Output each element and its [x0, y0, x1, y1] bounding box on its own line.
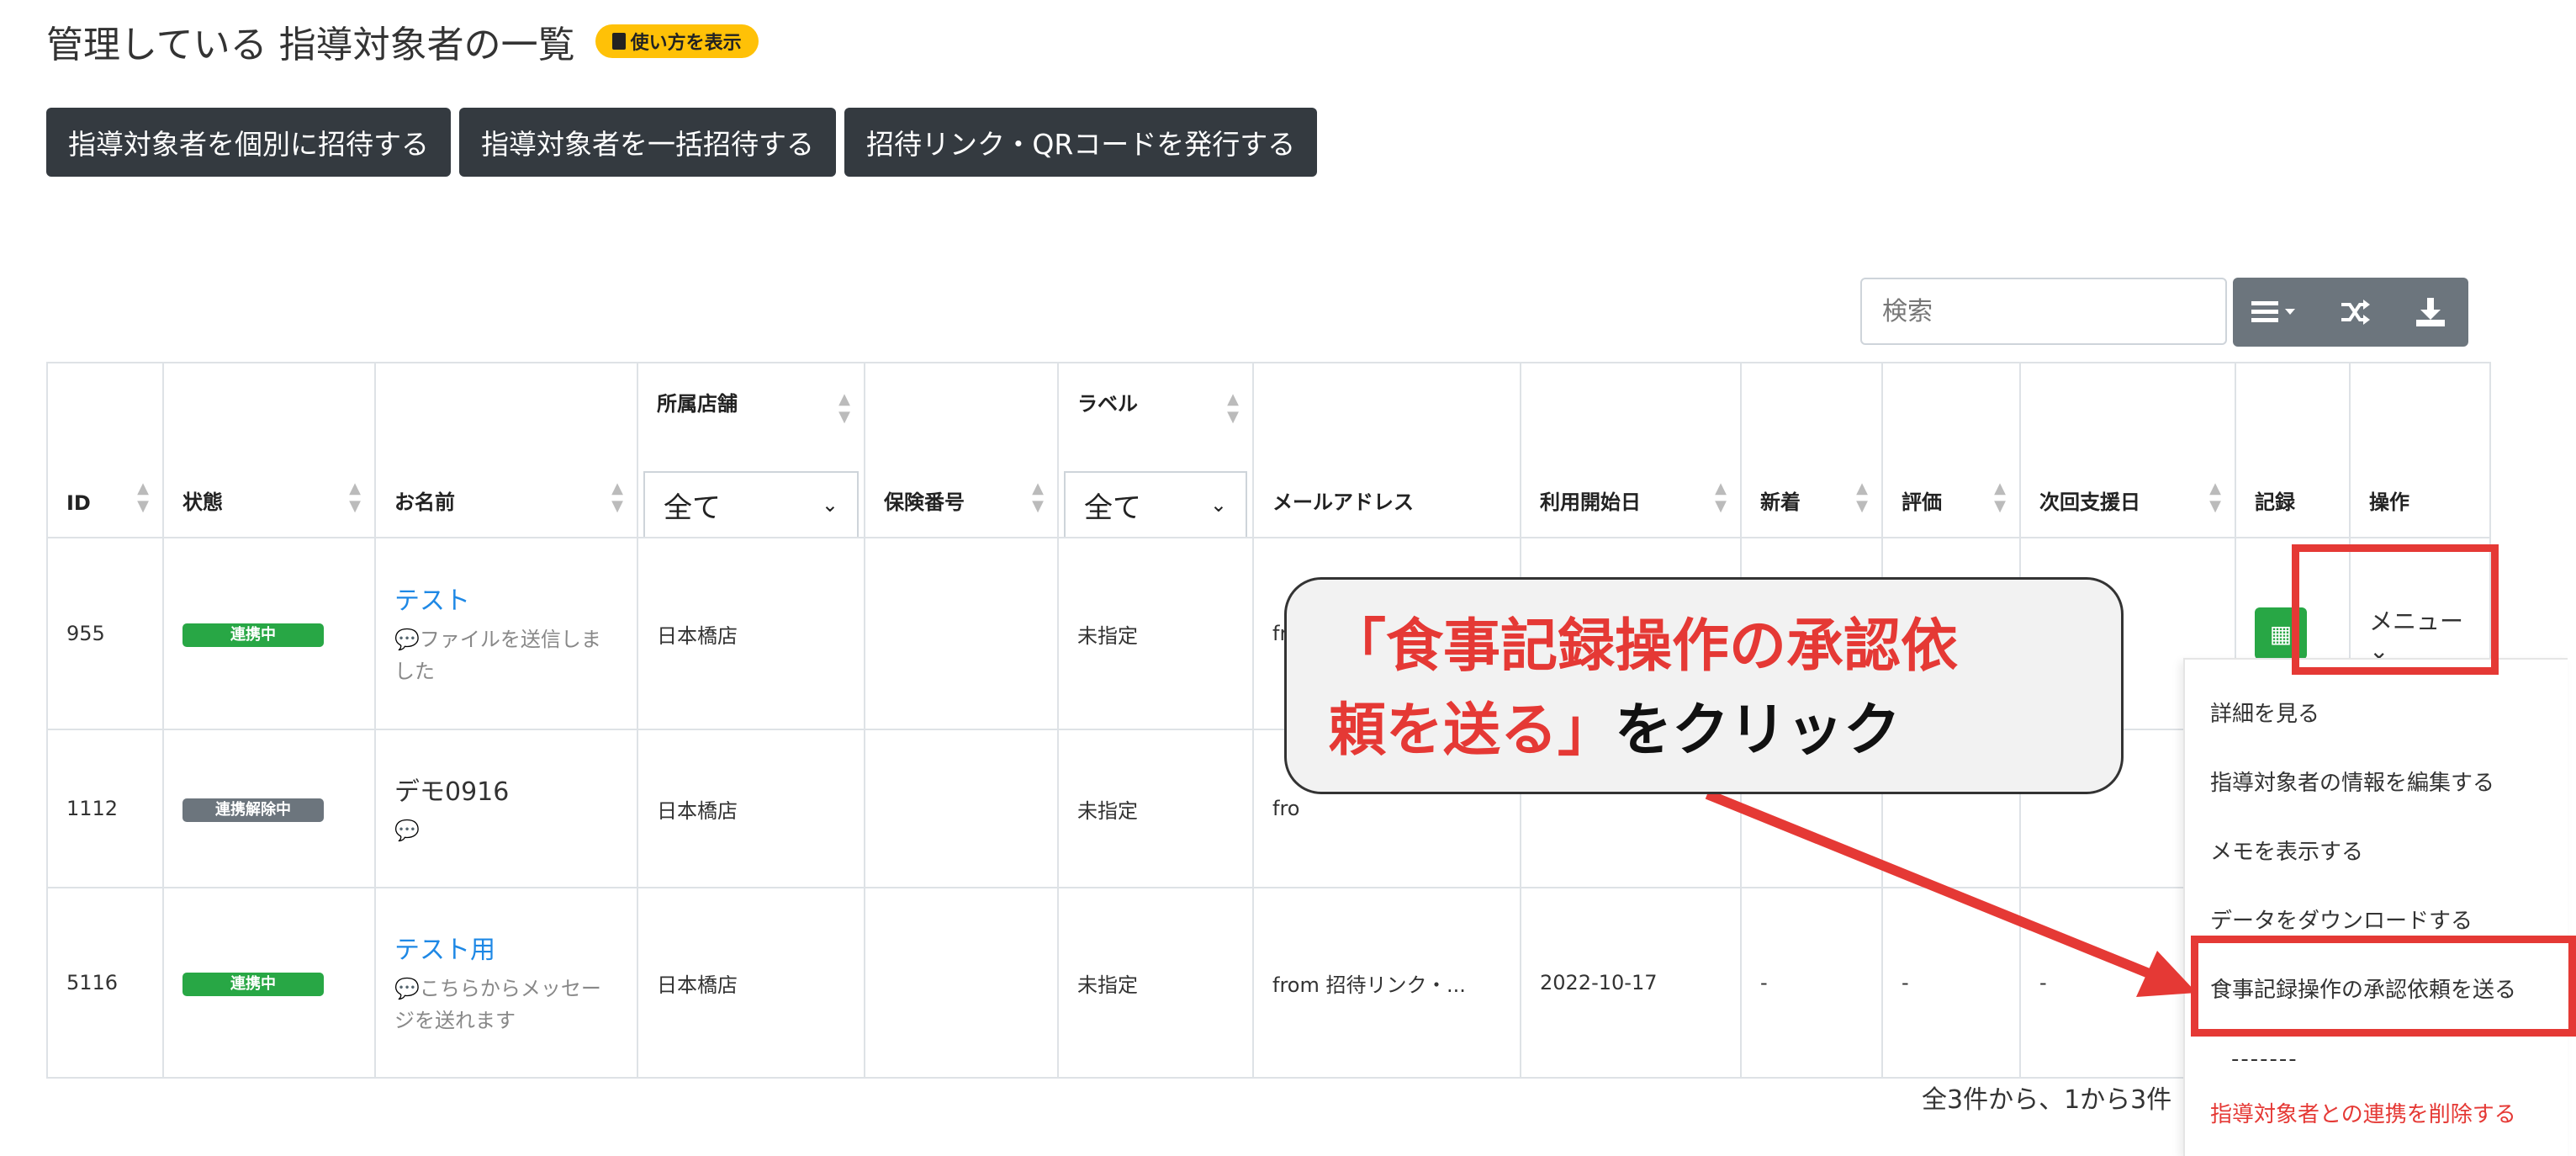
callout-line2-black: をクリック: [1615, 697, 1902, 764]
annotation-arrow: [1705, 789, 2197, 997]
callout-line1: 「食事記録操作の承認依: [1329, 613, 1959, 680]
instruction-callout: 「食事記録操作の承認依 頼を送る」をクリック: [1284, 577, 2124, 794]
callout-line2-red: 頼を送る」: [1329, 697, 1616, 764]
